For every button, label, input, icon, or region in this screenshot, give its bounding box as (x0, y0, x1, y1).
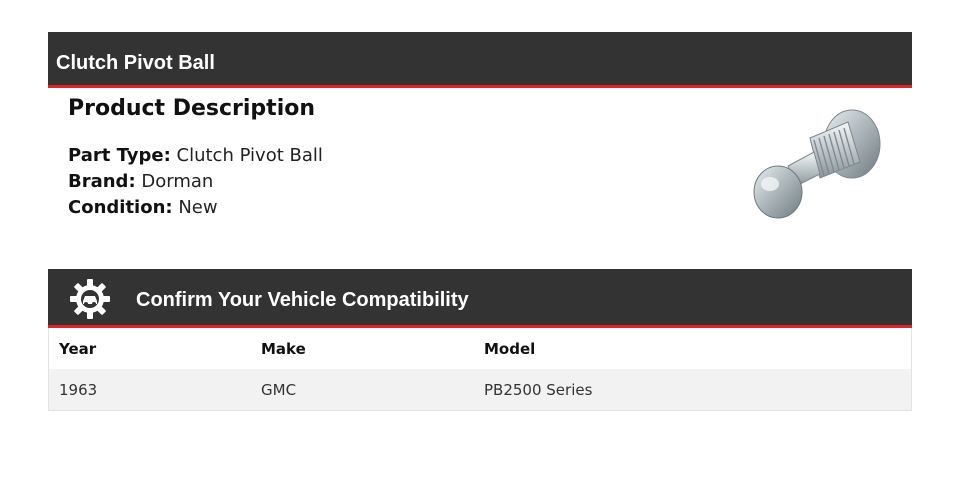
spec-condition: Condition: New (68, 195, 323, 221)
description-heading: Product Description (68, 96, 316, 121)
column-header-year: Year (59, 339, 97, 358)
cell-make: GMC (261, 380, 297, 399)
compatibility-title: Confirm Your Vehicle Compatibility (136, 289, 469, 311)
column-header-make: Make (261, 339, 306, 358)
product-image (753, 109, 881, 219)
product-description: Product Description Part Type: Clutch Pi… (68, 96, 323, 221)
product-title-bar: Clutch Pivot Ball (48, 32, 912, 88)
gear-car-icon (70, 279, 110, 319)
spec-value: Dorman (141, 171, 214, 192)
spec-value: New (178, 197, 218, 218)
spec-label: Brand: (68, 171, 136, 192)
spec-part-type: Part Type: Clutch Pivot Ball (68, 143, 323, 169)
spec-list: Part Type: Clutch Pivot Ball Brand: Dorm… (68, 143, 323, 221)
spec-value: Clutch Pivot Ball (176, 145, 323, 166)
compatibility-bar: Confirm Your Vehicle Compatibility (48, 269, 912, 328)
table-row: 1963 GMC PB2500 Series (49, 369, 911, 410)
cell-year: 1963 (59, 380, 98, 399)
table-header-row: Year Make Model (49, 328, 911, 369)
spec-brand: Brand: Dorman (68, 169, 323, 195)
spec-label: Condition: (68, 197, 173, 218)
compatibility-table: Year Make Model 1963 GMC PB2500 Series (48, 328, 912, 411)
product-title: Clutch Pivot Ball (56, 52, 215, 74)
column-header-model: Model (484, 339, 536, 358)
cell-model: PB2500 Series (484, 380, 593, 399)
spec-label: Part Type: (68, 145, 171, 166)
